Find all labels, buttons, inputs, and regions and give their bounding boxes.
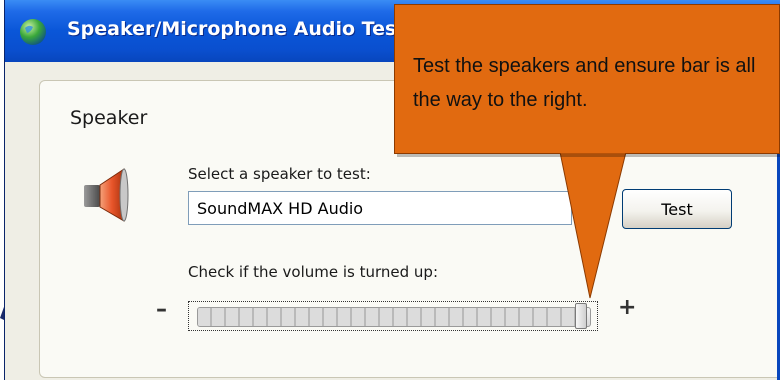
globe-icon xyxy=(20,19,46,45)
speaker-group-title: Speaker xyxy=(70,107,148,129)
speaker-device-value: SoundMAX HD Audio xyxy=(197,199,364,218)
speaker-device-field[interactable]: SoundMAX HD Audio xyxy=(188,191,572,225)
volume-slider[interactable] xyxy=(188,301,598,331)
instruction-callout: Test the speakers and ensure bar is all … xyxy=(394,4,780,154)
volume-slider-thumb[interactable] xyxy=(575,303,588,329)
speaker-icon xyxy=(84,168,129,222)
volume-check-label: Check if the volume is turned up: xyxy=(188,263,438,281)
screenshot-stage: Speaker/Microphone Audio Tes Speaker Sel… xyxy=(0,0,780,380)
test-button[interactable]: Test xyxy=(622,189,732,229)
select-speaker-label: Select a speaker to test: xyxy=(188,165,371,183)
callout-text: Test the speakers and ensure bar is all … xyxy=(413,55,756,111)
window-title: Speaker/Microphone Audio Tes xyxy=(67,18,397,40)
volume-plus-label: + xyxy=(618,295,637,320)
volume-slider-track xyxy=(197,307,591,327)
volume-minus-label: – xyxy=(156,297,167,322)
volume-slider-fill xyxy=(198,308,583,326)
